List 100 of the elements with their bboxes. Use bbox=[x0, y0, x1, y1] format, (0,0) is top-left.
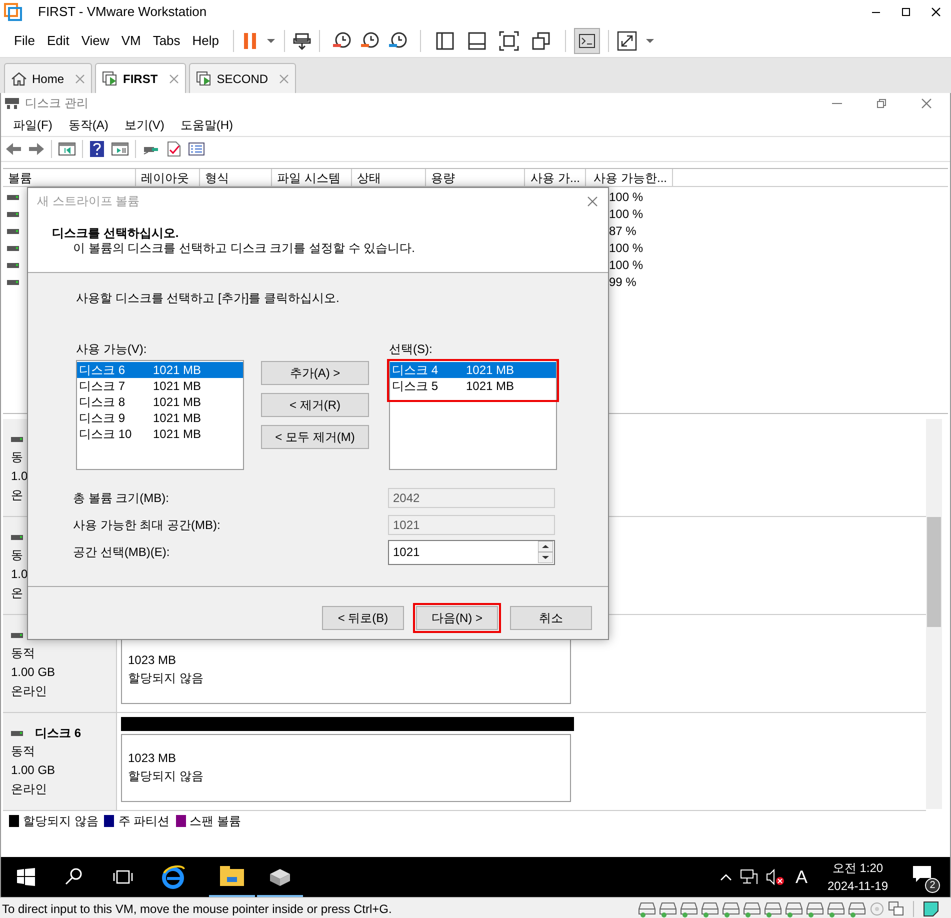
partition-size: 1023 MB bbox=[128, 652, 178, 669]
dialog-button[interactable]: 취소 bbox=[510, 606, 592, 630]
close-tab-icon[interactable] bbox=[75, 74, 86, 84]
thumbnail-view-icon[interactable] bbox=[467, 30, 488, 50]
sidebar-view-icon[interactable] bbox=[435, 30, 456, 50]
menu-item[interactable]: VM bbox=[115, 30, 147, 50]
browser-icon[interactable] bbox=[161, 865, 187, 889]
properties-icon[interactable] bbox=[188, 141, 205, 157]
list-item[interactable]: 디스크 7 1021 MB bbox=[77, 378, 243, 394]
snapshot-revert-icon[interactable] bbox=[360, 30, 380, 50]
hard-disk-icon[interactable] bbox=[680, 900, 698, 918]
menu-item[interactable]: 파일(F) bbox=[5, 116, 60, 134]
disk-list[interactable]: 디스크 6 1021 MB 디스크 7 1021 MB 디스크 8 1021 MB 디스크 9 1021 MB 디스크 10 1021 MB bbox=[76, 360, 244, 470]
snapshot-manager-icon[interactable] bbox=[388, 30, 408, 50]
tab[interactable]: SECOND bbox=[188, 63, 296, 93]
list-button[interactable]: 추가(A) > bbox=[261, 361, 369, 385]
dialog-button[interactable]: < 뒤로(B) bbox=[322, 606, 404, 630]
list-item[interactable]: 디스크 10 1021 MB bbox=[77, 426, 243, 442]
column-header[interactable]: 상태 bbox=[352, 169, 426, 186]
disk-name: 디스크 6 bbox=[35, 725, 82, 742]
send-keys-icon[interactable] bbox=[293, 30, 312, 50]
tab[interactable]: Home bbox=[4, 63, 92, 93]
field-label: 총 볼륨 크기(MB): bbox=[73, 490, 170, 507]
help-icon[interactable] bbox=[89, 141, 105, 157]
maximize-icon[interactable] bbox=[901, 7, 911, 17]
menu-item[interactable]: 도움말(H) bbox=[172, 116, 241, 134]
action-pane-icon[interactable] bbox=[111, 141, 129, 157]
tab[interactable]: FIRST bbox=[95, 63, 186, 93]
console-tree-icon[interactable] bbox=[58, 141, 76, 157]
clock[interactable]: 오전 1:20 2024-11-19 bbox=[828, 859, 888, 895]
menu-item[interactable]: Tabs bbox=[146, 30, 186, 50]
unity-icon[interactable] bbox=[531, 30, 552, 50]
column-header[interactable]: 용량 bbox=[426, 169, 525, 186]
list-item[interactable]: 디스크 5 1021 MB bbox=[390, 378, 556, 394]
size-spinner[interactable]: 1021 bbox=[388, 540, 555, 564]
menu-item[interactable]: File bbox=[8, 30, 41, 50]
back-icon[interactable] bbox=[5, 141, 22, 157]
terminal-icon bbox=[579, 34, 596, 48]
task-view-icon[interactable] bbox=[113, 868, 133, 886]
column-header[interactable]: 형식 bbox=[200, 169, 272, 186]
disk-size: 1.00 GB bbox=[11, 762, 56, 779]
network-adapter-icon[interactable] bbox=[888, 900, 904, 916]
snapshot-add-icon[interactable] bbox=[332, 30, 352, 50]
column-header[interactable]: 볼륨 bbox=[3, 169, 136, 186]
instruction-text: 사용할 디스크를 선택하고 [추가]를 클릭하십시오. bbox=[76, 290, 340, 307]
chevron-up-icon[interactable] bbox=[720, 872, 732, 882]
console-view-button[interactable] bbox=[574, 28, 600, 54]
list-item[interactable]: 디스크 6 1021 MB bbox=[77, 362, 243, 378]
menu-item[interactable]: 동작(A) bbox=[60, 116, 116, 134]
spin-up-icon[interactable] bbox=[538, 541, 553, 552]
message-icon[interactable] bbox=[923, 900, 939, 916]
disk-size: 1.0 bbox=[11, 468, 28, 485]
hard-disk-icon[interactable] bbox=[785, 900, 803, 918]
list-item[interactable]: 디스크 4 1021 MB bbox=[390, 362, 556, 378]
stretch-icon[interactable] bbox=[617, 30, 638, 50]
list-button[interactable]: < 모두 제거(M) bbox=[261, 425, 369, 449]
start-icon[interactable] bbox=[17, 868, 35, 886]
hard-disk-icon[interactable] bbox=[638, 900, 656, 918]
full-screen-icon[interactable] bbox=[499, 30, 520, 50]
list-item[interactable]: 디스크 8 1021 MB bbox=[77, 394, 243, 410]
forward-icon[interactable] bbox=[28, 141, 45, 157]
column-header[interactable]: 파일 시스템 bbox=[272, 169, 352, 186]
partition-size: 1023 MB bbox=[128, 750, 178, 767]
hard-disk-icon[interactable] bbox=[806, 900, 824, 918]
menu-item[interactable]: Help bbox=[186, 30, 226, 50]
network-icon[interactable] bbox=[740, 868, 758, 886]
partition-box[interactable]: 1023 MB 할당되지 않음 bbox=[121, 734, 571, 802]
spin-down-icon[interactable] bbox=[538, 552, 553, 563]
list-button[interactable]: < 제거(R) bbox=[261, 393, 369, 417]
menu-item[interactable]: View bbox=[75, 30, 116, 50]
dialog-button[interactable]: 다음(N) > bbox=[416, 606, 498, 630]
hard-disk-icon[interactable] bbox=[659, 900, 677, 918]
search-icon[interactable] bbox=[65, 868, 83, 886]
input-indicator[interactable]: A bbox=[795, 864, 808, 890]
hard-disk-icon[interactable] bbox=[848, 900, 866, 918]
menu-item[interactable]: Edit bbox=[40, 30, 76, 50]
close-tab-icon[interactable] bbox=[279, 74, 290, 84]
disk-list[interactable]: 디스크 4 1021 MB 디스크 5 1021 MB bbox=[389, 360, 557, 470]
disk-management-icon bbox=[5, 96, 19, 110]
column-header[interactable]: 사용 가능한... bbox=[586, 169, 673, 186]
column-header[interactable]: 사용 가... bbox=[525, 169, 586, 186]
hard-disk-icon[interactable] bbox=[827, 900, 845, 918]
list-item[interactable]: 디스크 9 1021 MB bbox=[77, 410, 243, 426]
hard-disk-icon[interactable] bbox=[701, 900, 719, 918]
menu-item[interactable]: 보기(V) bbox=[116, 116, 172, 134]
restore-icon[interactable] bbox=[876, 98, 887, 108]
vm-icon bbox=[102, 70, 118, 86]
column-header[interactable]: 레이아웃 bbox=[136, 169, 200, 186]
volume-muted-icon[interactable] bbox=[766, 868, 786, 886]
dialog-subheading: 이 볼륨의 디스크를 선택하고 디스크 크기를 설정할 수 있습니다. bbox=[72, 241, 416, 256]
checklist-icon[interactable] bbox=[166, 141, 182, 157]
close-tab-icon[interactable] bbox=[168, 74, 179, 84]
hard-disk-icon[interactable] bbox=[764, 900, 782, 918]
pause-icon[interactable] bbox=[242, 30, 258, 50]
hard-disk-icon[interactable] bbox=[722, 900, 740, 918]
close-icon[interactable] bbox=[931, 7, 941, 17]
hard-disk-icon[interactable] bbox=[743, 900, 761, 918]
disk-size: 1.0 bbox=[11, 566, 28, 583]
status-text: To direct input to this VM, move the mouse pointer inside or press Ctrl+G. bbox=[2, 900, 392, 918]
scrollbar[interactable] bbox=[926, 419, 942, 809]
